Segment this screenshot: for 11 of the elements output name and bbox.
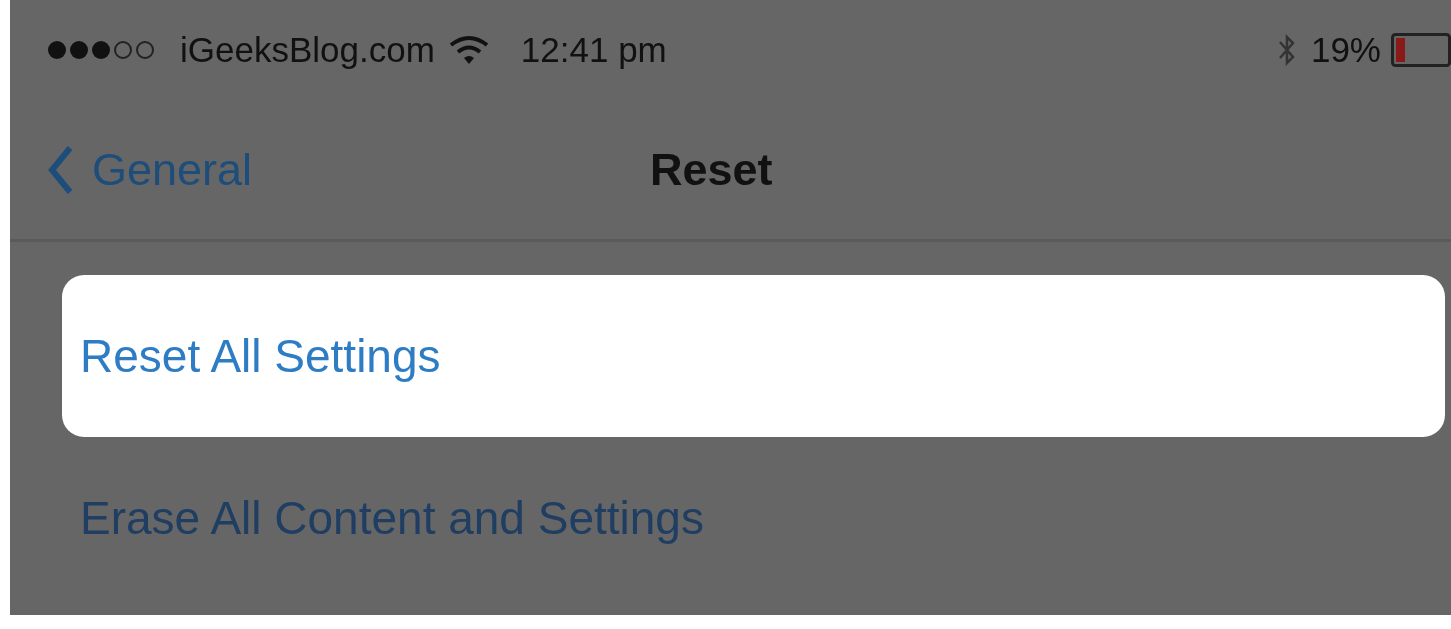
- clock-time: 12:41 pm: [520, 30, 667, 70]
- carrier-name: iGeeksBlog.com: [180, 30, 435, 70]
- page-title: Reset: [650, 143, 773, 196]
- wifi-icon: [448, 35, 489, 65]
- back-button[interactable]: General: [10, 143, 253, 196]
- battery-icon: [1391, 33, 1451, 67]
- battery-percent: 19%: [1310, 30, 1381, 70]
- bluetooth-icon: [1276, 33, 1297, 67]
- list-item[interactable]: Erase All Content and Settings: [62, 437, 1451, 599]
- chevron-left-icon: [48, 144, 74, 195]
- list-item[interactable]: Reset All Settings: [62, 275, 1445, 437]
